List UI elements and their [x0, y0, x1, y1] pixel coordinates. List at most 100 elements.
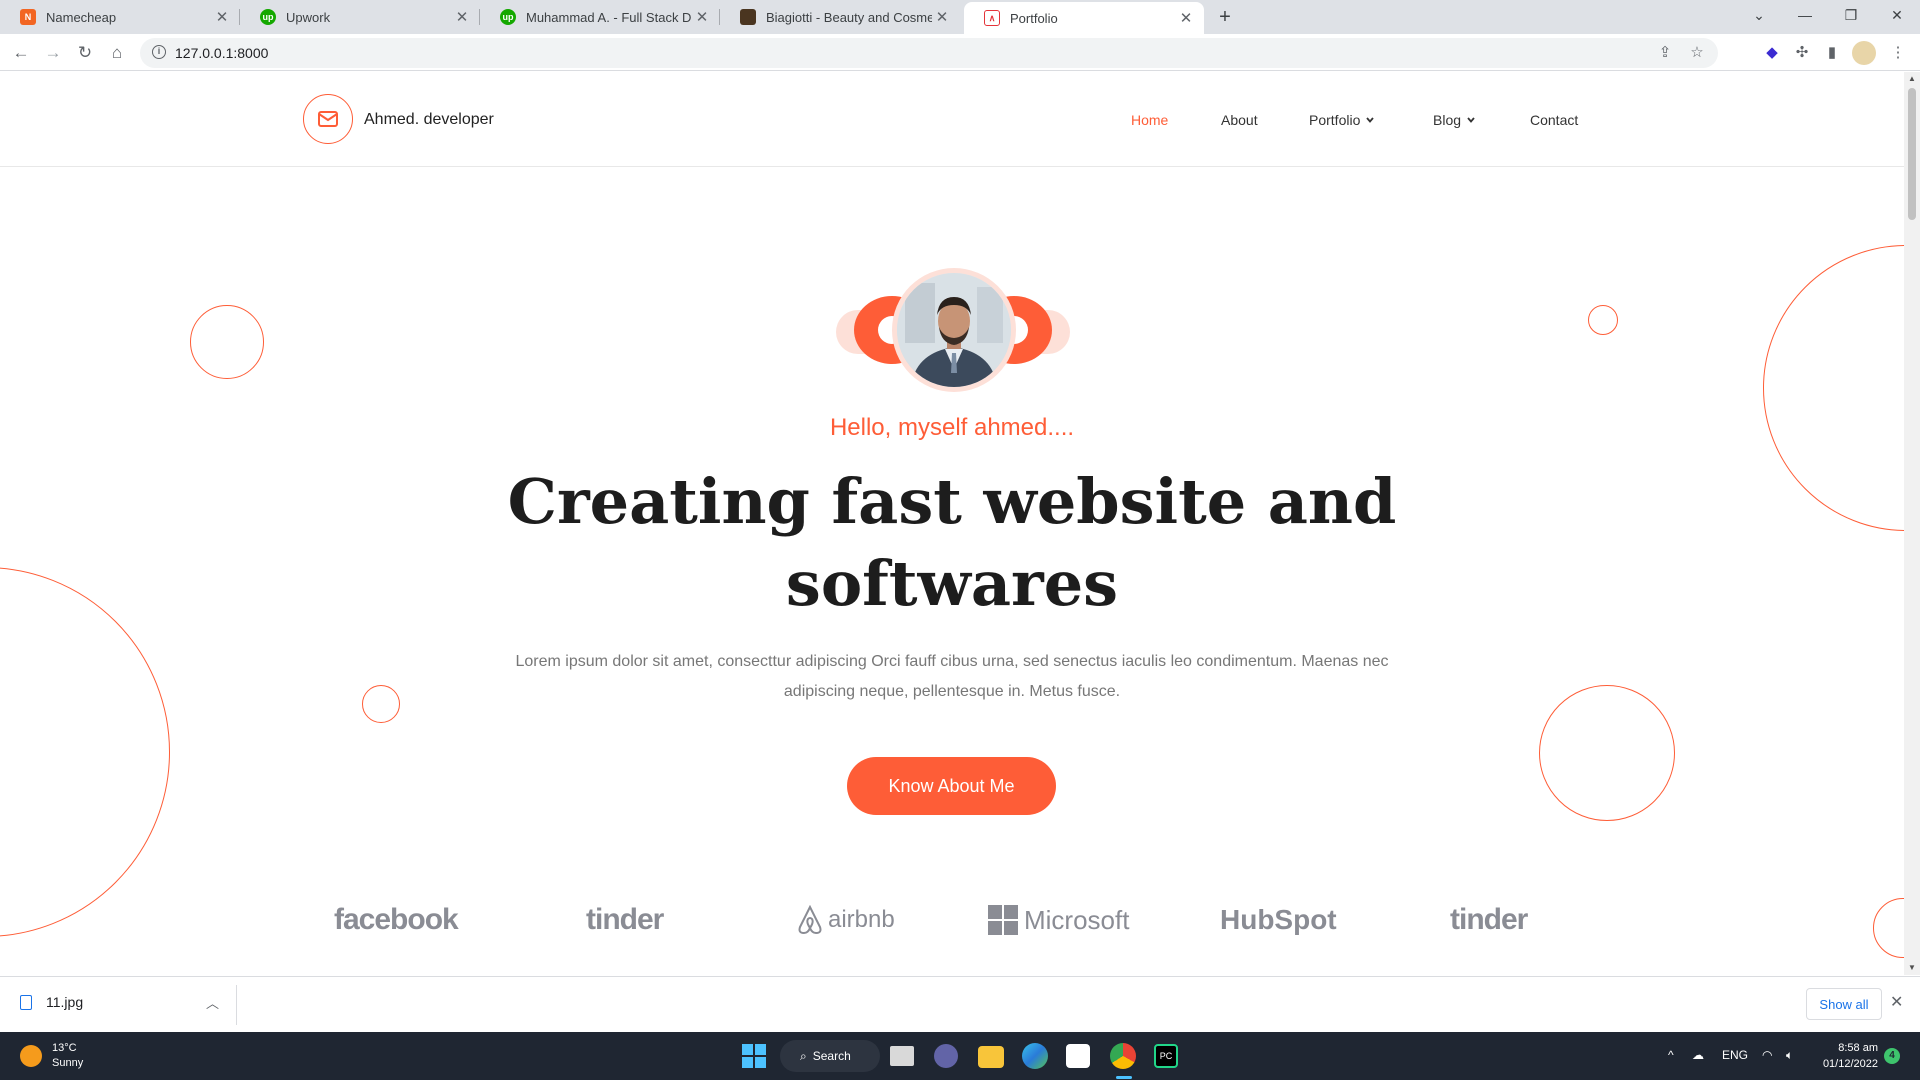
close-tab-icon[interactable]: ✕ [932, 8, 952, 26]
close-tab-icon[interactable]: ✕ [212, 8, 232, 26]
taskbar-search[interactable]: ⌕ Search [780, 1040, 880, 1072]
tab-search-icon[interactable]: ⌄ [1736, 0, 1782, 30]
address-bar[interactable]: i 127.0.0.1:8000 ☆ ⇪ [140, 38, 1718, 68]
client-logo-airbnb: airbnb [796, 900, 895, 940]
logo-mail-icon[interactable] [303, 94, 353, 144]
tab-upwork[interactable]: up Upwork ✕ [240, 0, 480, 34]
hero-avatar-group [836, 268, 1070, 398]
extensions-puzzle-icon[interactable]: ✣ [1790, 41, 1814, 65]
download-item[interactable]: 11.jpg [20, 994, 83, 1010]
pycharm-icon[interactable]: PC [1154, 1044, 1178, 1068]
site-header: Ahmed. developer Home About Portfolio Bl… [0, 72, 1904, 167]
time: 8:58 am [1838, 1042, 1878, 1054]
hero-headline: Creating fast website and softwares [452, 461, 1452, 625]
edge-icon[interactable] [1022, 1043, 1048, 1069]
new-tab-button[interactable]: + [1212, 5, 1238, 29]
url-text[interactable]: 127.0.0.1:8000 [175, 45, 268, 61]
tab-upwork-profile[interactable]: up Muhammad A. - Full Stack Devel ✕ [480, 0, 720, 34]
volume-icon[interactable]: 🔈︎ [1786, 1048, 1793, 1063]
tab-portfolio[interactable]: ∧ Portfolio ✕ [964, 2, 1204, 34]
tab-title: Biagiotti - Beauty and Cosmetics [766, 9, 932, 25]
client-logo-text: HubSpot [1220, 904, 1337, 935]
nav-about[interactable]: About [1221, 112, 1258, 128]
date: 01/12/2022 [1822, 1058, 1878, 1070]
page-viewport: Ahmed. developer Home About Portfolio Bl… [0, 72, 1904, 975]
language-indicator[interactable]: ENG [1722, 1048, 1748, 1062]
browser-toolbar: ← → ↻ ⌂ i 127.0.0.1:8000 ☆ ⇪ ◆ ✣ ▮ ⋮ [0, 34, 1920, 71]
download-bar: 11.jpg ︿ Show all ✕ [0, 976, 1920, 1032]
back-icon[interactable]: ← [8, 40, 34, 66]
nav-label: Portfolio [1309, 112, 1361, 128]
search-label: Search [812, 1049, 851, 1063]
browser-tab-strip: N Namecheap ✕ up Upwork ✕ up Muhammad A.… [0, 0, 1920, 34]
file-icon [20, 994, 32, 1010]
task-view-icon[interactable] [890, 1046, 914, 1066]
close-tab-icon[interactable]: ✕ [1176, 9, 1196, 27]
clock[interactable]: 8:58 am 01/12/2022 [1818, 1040, 1878, 1072]
weather-condition: Sunny [52, 1057, 84, 1069]
side-panel-icon[interactable]: ▮ [1820, 41, 1844, 65]
upwork-icon: up [260, 9, 276, 25]
page-scrollbar[interactable]: ▲ ▼ [1904, 72, 1920, 975]
nav-label: Blog [1433, 112, 1462, 128]
close-window-button[interactable]: ✕ [1874, 0, 1920, 30]
extension-icon[interactable]: ◆ [1760, 41, 1784, 65]
forward-icon[interactable]: → [40, 40, 66, 66]
close-tab-icon[interactable]: ✕ [452, 8, 472, 26]
nav-blog[interactable]: Blog [1433, 112, 1475, 128]
know-about-me-button[interactable]: Know About Me [847, 757, 1056, 815]
chevron-up-icon[interactable]: ︿ [206, 993, 219, 1012]
brand-name[interactable]: Ahmed. developer [364, 111, 494, 129]
upwork-icon: up [500, 9, 516, 25]
tab-title: Upwork [286, 9, 331, 25]
file-explorer-icon[interactable] [978, 1046, 1004, 1068]
close-icon[interactable]: ✕ [1890, 992, 1903, 1012]
restore-button[interactable]: ❐ [1828, 0, 1874, 30]
bookmark-star-icon[interactable]: ☆ [1686, 42, 1708, 64]
site-info-icon[interactable]: i [152, 45, 166, 59]
windows-taskbar: 13°C Sunny ⌕ Search PC ^ ☁ ENG ◠ 🔈︎ 8:58… [0, 1032, 1920, 1080]
notification-badge[interactable]: 4 [1884, 1048, 1900, 1064]
decorative-circle [190, 305, 264, 379]
reload-icon[interactable]: ↻ [72, 40, 98, 66]
windows-start-icon[interactable] [740, 1042, 768, 1070]
scroll-down-icon[interactable]: ▼ [1904, 961, 1920, 975]
menu-kebab-icon[interactable]: ⋮ [1886, 41, 1910, 65]
sun-icon [20, 1045, 42, 1067]
chrome-icon[interactable] [1110, 1043, 1136, 1069]
scrollbar-thumb[interactable] [1908, 88, 1916, 220]
profile-avatar[interactable] [1852, 41, 1876, 65]
tab-biagiotti[interactable]: Biagiotti - Beauty and Cosmetics ✕ [720, 0, 960, 34]
chat-icon[interactable] [934, 1044, 958, 1068]
weather-widget[interactable]: 13°C Sunny [20, 1041, 83, 1071]
minimize-button[interactable]: — [1782, 0, 1828, 30]
decorative-circle [1763, 245, 1904, 531]
search-icon: ⌕ [800, 1048, 807, 1063]
wifi-icon[interactable]: ◠ [1762, 1048, 1772, 1062]
share-icon[interactable]: ⇪ [1654, 42, 1676, 64]
tab-title: Portfolio [1010, 10, 1058, 26]
profile-photo [892, 268, 1016, 392]
hero-description: Lorem ipsum dolor sit amet, consecttur a… [515, 653, 1389, 700]
onedrive-icon[interactable]: ☁ [1692, 1048, 1704, 1062]
active-app-indicator [1116, 1076, 1132, 1079]
nav-portfolio[interactable]: Portfolio [1309, 112, 1375, 128]
tab-namecheap[interactable]: N Namecheap ✕ [0, 0, 240, 34]
chevron-up-icon[interactable]: ^ [1668, 1048, 1674, 1062]
close-tab-icon[interactable]: ✕ [692, 8, 712, 26]
namecheap-icon: N [20, 9, 36, 25]
nav-contact[interactable]: Contact [1530, 112, 1578, 128]
scroll-up-icon[interactable]: ▲ [1904, 72, 1920, 86]
home-icon[interactable]: ⌂ [104, 40, 130, 66]
client-logo-text: Microsoft [1024, 904, 1130, 935]
store-icon[interactable] [1066, 1044, 1090, 1068]
chevron-down-icon [1366, 117, 1375, 123]
decorative-circle [1588, 305, 1618, 335]
client-logo-text: facebook [334, 903, 459, 936]
tab-title: Namecheap [46, 9, 117, 25]
nav-home[interactable]: Home [1131, 112, 1168, 128]
hero-greeting: Hello, myself ahmed.... [829, 414, 1075, 441]
headline-line: Creating fast website and [507, 465, 1397, 538]
portfolio-icon: ∧ [984, 10, 1000, 26]
show-all-button[interactable]: Show all [1806, 988, 1882, 1020]
